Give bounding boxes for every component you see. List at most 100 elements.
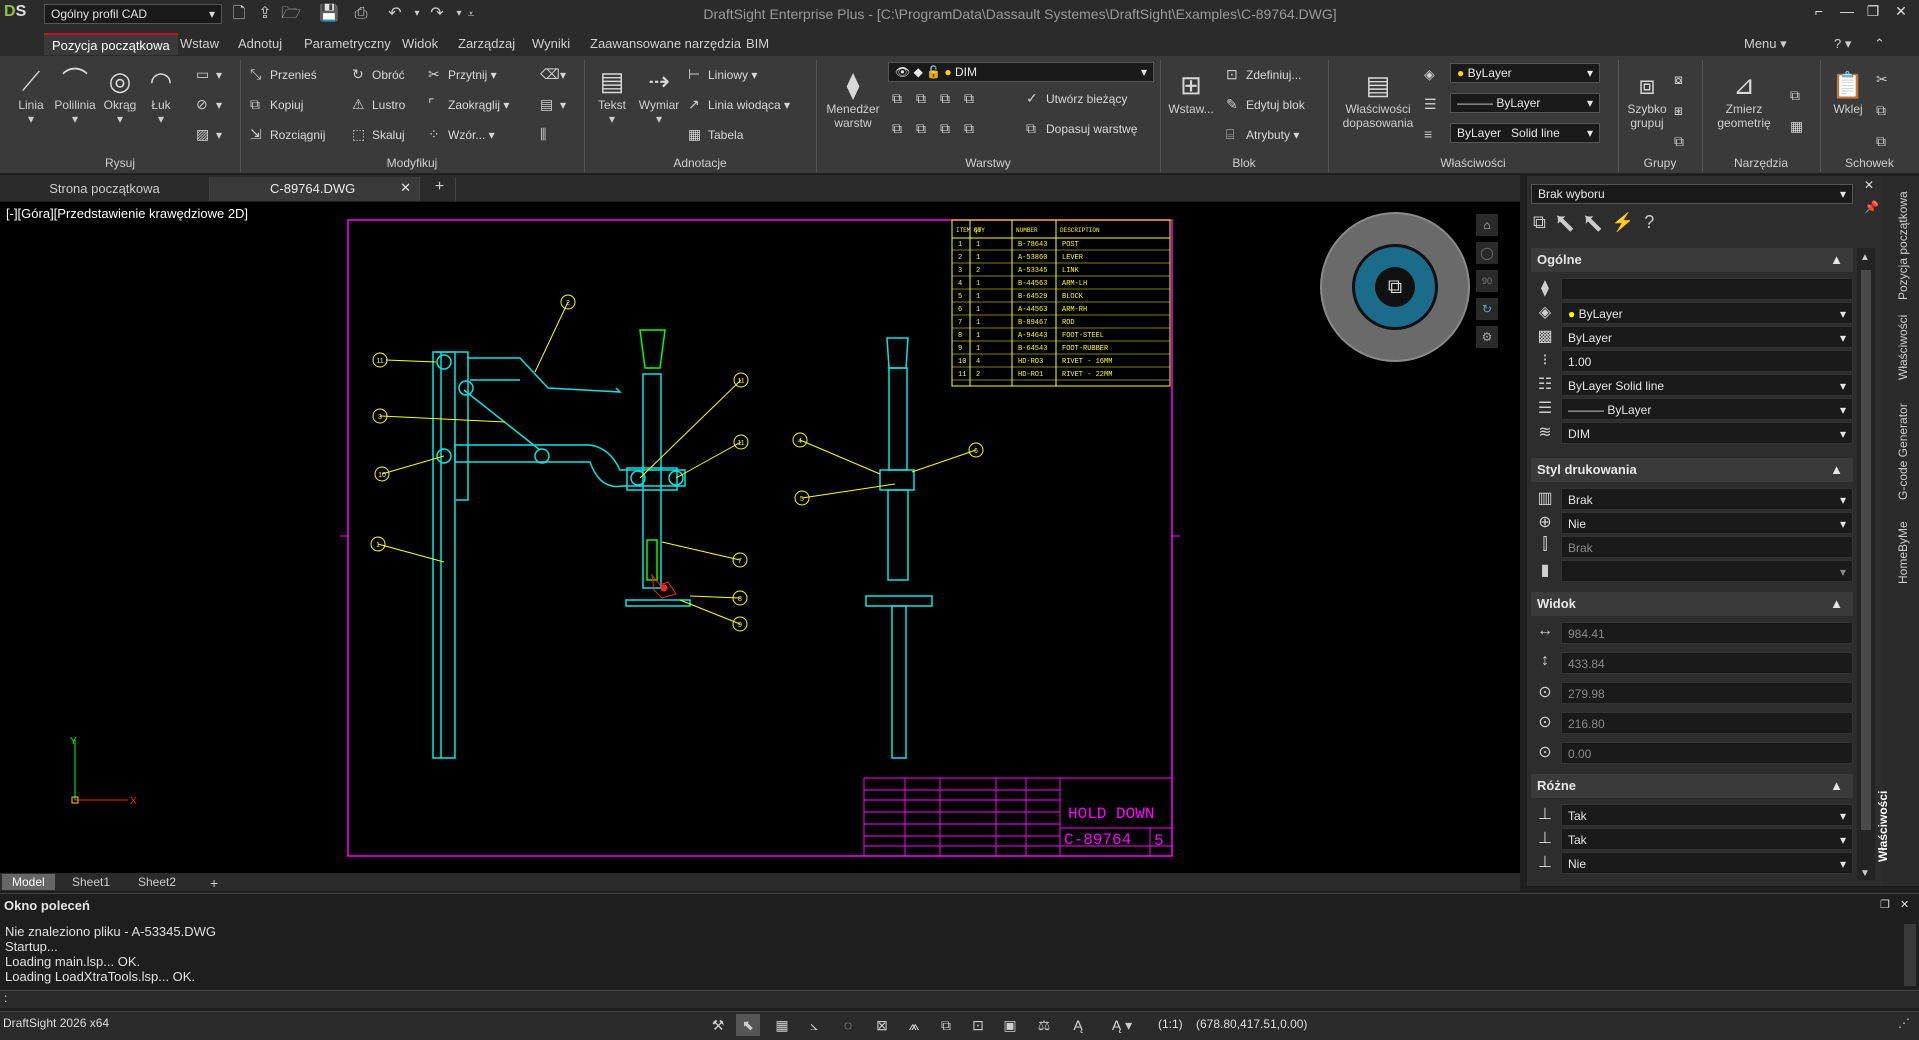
- ribbon-minimize-button[interactable]: ⌃: [1866, 33, 1893, 55]
- kopiuj-button[interactable]: ⧉ Kopiuj: [250, 96, 303, 113]
- polar-icon[interactable]: ◌: [836, 1014, 860, 1036]
- command-input[interactable]: :: [0, 990, 1919, 1008]
- utworz-biezacy-button[interactable]: ✓ Utwórz bieżący: [1026, 90, 1127, 107]
- section-widok[interactable]: Widok ▲: [1531, 592, 1853, 616]
- wlasciwosci-dopasowania-button[interactable]: ▤ Właściwości dopasowania: [1338, 68, 1418, 130]
- layer-tools-row-2[interactable]: ⧉⧉⧉⧉: [892, 120, 988, 137]
- rotate-90-button[interactable]: 90: [1476, 270, 1498, 292]
- calculator-tools[interactable]: ⧉ ▦: [1790, 80, 1810, 142]
- side-tab-wlasciwosci[interactable]: Właściwości: [1896, 315, 1910, 380]
- scroll-up-icon[interactable]: ▲: [1860, 252, 1870, 263]
- view-label[interactable]: [-][Góra][Przedstawienie krawędziowe 2D]: [6, 206, 248, 221]
- selection-tools[interactable]: ⧉⬉⬉⚡?: [1533, 212, 1664, 233]
- property-field[interactable]: 279.98: [1561, 682, 1853, 704]
- help-ribbon-icon[interactable]: ⌐: [1808, 3, 1830, 23]
- erase-tool[interactable]: ⌫▾: [540, 66, 566, 83]
- annotation-scale-dropdown[interactable]: Ą ▾: [1100, 1014, 1144, 1036]
- property-field[interactable]: [1561, 278, 1853, 300]
- menu-button[interactable]: Menu ▾: [1736, 33, 1795, 55]
- open-folder-icon[interactable]: 🗁: [280, 3, 302, 25]
- property-field[interactable]: 1.00: [1561, 350, 1853, 372]
- linetype-dropdown[interactable]: ByLayer Solid line ▾: [1450, 123, 1600, 143]
- new-tab-button[interactable]: +: [424, 177, 456, 201]
- ucs-icon[interactable]: ⚖: [1032, 1014, 1056, 1036]
- property-field[interactable]: Nie ▾: [1561, 852, 1853, 874]
- tab-drawing[interactable]: C-89764.DWG ✕: [210, 177, 420, 201]
- open-file-icon[interactable]: ⇪: [254, 3, 276, 25]
- cursor-icon[interactable]: ⬉: [736, 1014, 760, 1036]
- zmierz-geometrie-button[interactable]: ⊿ Zmierz geometrię: [1710, 68, 1778, 130]
- panel-close-icon[interactable]: ✕: [1864, 178, 1874, 192]
- przytnij-button[interactable]: ✂ Przytnij ▾: [428, 66, 497, 83]
- app-logo-icon[interactable]: DS: [4, 3, 36, 27]
- save-icon[interactable]: 💾: [318, 3, 340, 25]
- lustro-button[interactable]: ⚠ Lustro: [352, 96, 405, 113]
- sheet-tab-sheet1[interactable]: Sheet1: [62, 874, 120, 890]
- polilinia-button[interactable]: ⌒ Polilinia ▾: [52, 64, 98, 126]
- wstaw-blok-button[interactable]: ⊞ Wstaw...: [1166, 68, 1216, 116]
- side-tab-gcode[interactable]: G-code Generator: [1896, 403, 1910, 500]
- sheet-tab-sheet2[interactable]: Sheet2: [128, 874, 186, 890]
- panel-pin-icon[interactable]: 📌: [1864, 200, 1879, 214]
- select-pointer-icon[interactable]: ⬉: [1556, 212, 1584, 232]
- zaokraglij-button[interactable]: ⌜ Zaokrąglij ▾: [428, 96, 509, 113]
- wymiar-button[interactable]: ⇢ Wymiar ▾: [636, 64, 682, 126]
- property-field[interactable]: ▾: [1561, 560, 1853, 582]
- help-icon[interactable]: ?: [1644, 212, 1664, 232]
- linia-wiodaca-button[interactable]: ↗ Linia wiodąca ▾: [688, 96, 790, 113]
- obroc-button[interactable]: ↻ Obróć: [352, 66, 405, 83]
- property-field[interactable]: DIM ▾: [1561, 422, 1853, 444]
- liniowy-button[interactable]: ⊢ Liniowy ▾: [688, 66, 757, 83]
- property-field[interactable]: Brak ▾: [1561, 488, 1853, 510]
- atrybuty-button[interactable]: ⌸ Atrybuty ▾: [1226, 126, 1299, 143]
- property-field[interactable]: Tak ▾: [1561, 804, 1853, 826]
- layer-dropdown[interactable]: 👁 ◆ 🔓 ● DIM ▾: [888, 62, 1154, 82]
- tab-wyniki[interactable]: Wyniki: [524, 33, 578, 55]
- edytuj-blok-button[interactable]: ✎ Edytuj blok: [1226, 96, 1305, 113]
- drawing-canvas[interactable]: HOLD DOWN C-89764 5 ITEM NO QTY NUMBER DESC…: [0, 202, 1520, 873]
- add-sheet-button[interactable]: +: [200, 874, 228, 891]
- menedzer-warstw-button[interactable]: ⧫ Menedżer warstw: [822, 68, 884, 130]
- snap-tool-icon[interactable]: ⚒: [706, 1014, 730, 1036]
- tabela-button[interactable]: ▦ Tabela: [688, 126, 743, 143]
- property-field[interactable]: ● ByLayer ▾: [1561, 302, 1853, 324]
- zdefiniuj-button[interactable]: ⊡ Zdefiniuj...: [1226, 66, 1301, 83]
- help-button[interactable]: ? ▾: [1826, 33, 1859, 55]
- quick-select-icon[interactable]: ⧉: [1533, 212, 1556, 232]
- view-wheel-center[interactable]: ⧉: [1352, 244, 1438, 330]
- layer-tools-row-1[interactable]: ⧉⧉⧉⧉: [892, 90, 988, 107]
- profile-dropdown[interactable]: Ogólny profil CAD ▾: [44, 4, 222, 24]
- side-tab-pozycja[interactable]: Pozycja początkowa: [1896, 191, 1910, 300]
- szybko-grupuj-button[interactable]: ⧈ Szybko grupuj: [1622, 68, 1672, 130]
- command-scrollbar[interactable]: [1904, 924, 1916, 986]
- luk-button[interactable]: ◠ Łuk ▾: [144, 64, 178, 126]
- ortho-icon[interactable]: ⦣: [802, 1014, 826, 1036]
- section-ogolne[interactable]: Ogólne ▲: [1531, 248, 1853, 272]
- property-field[interactable]: ByLayer ▾: [1561, 326, 1853, 348]
- property-field[interactable]: 0.00: [1561, 742, 1853, 764]
- home-icon[interactable]: ⌂: [1476, 214, 1498, 236]
- restore-button[interactable]: ❐: [1862, 3, 1884, 23]
- annotation-icon[interactable]: Ą: [1066, 1014, 1090, 1036]
- pattern-tool[interactable]: ▨ ▾: [196, 126, 222, 143]
- dynamic-input-icon[interactable]: ⊡: [966, 1014, 990, 1036]
- property-field[interactable]: Brak: [1561, 536, 1853, 558]
- property-field[interactable]: ByLayer Solid line ▾: [1561, 374, 1853, 396]
- customize-toolbar-icon[interactable]: ⩡: [460, 3, 482, 25]
- property-field[interactable]: 433.84: [1561, 652, 1853, 674]
- linia-button[interactable]: ⟋ Linia ▾: [12, 64, 50, 126]
- wklej-button[interactable]: 📋 Wklej: [1826, 68, 1870, 116]
- wzor-button[interactable]: ⁘ Wzór... ▾: [428, 126, 495, 143]
- group-tools[interactable]: ⧇ ⧆ ⧉: [1674, 64, 1694, 157]
- tab-parametryczny[interactable]: Parametryczny: [296, 33, 399, 55]
- quick-input-icon[interactable]: ▣: [998, 1014, 1022, 1036]
- lineweight-dropdown[interactable]: ——— ByLayer ▾: [1450, 93, 1600, 113]
- view-wheel[interactable]: ⧉: [1320, 212, 1470, 362]
- rozciagnij-button[interactable]: ⇲ Rozciągnij: [250, 126, 325, 143]
- redo-icon[interactable]: ↷: [426, 3, 448, 25]
- lineweight-toggle-icon[interactable]: ⧉: [934, 1014, 958, 1036]
- rotate-view-icon[interactable]: ↻: [1476, 298, 1498, 320]
- tab-wstaw[interactable]: Wstaw: [172, 33, 227, 55]
- section-styl[interactable]: Styl drukowania ▲: [1531, 458, 1853, 482]
- settings-icon[interactable]: ⚙: [1476, 326, 1498, 348]
